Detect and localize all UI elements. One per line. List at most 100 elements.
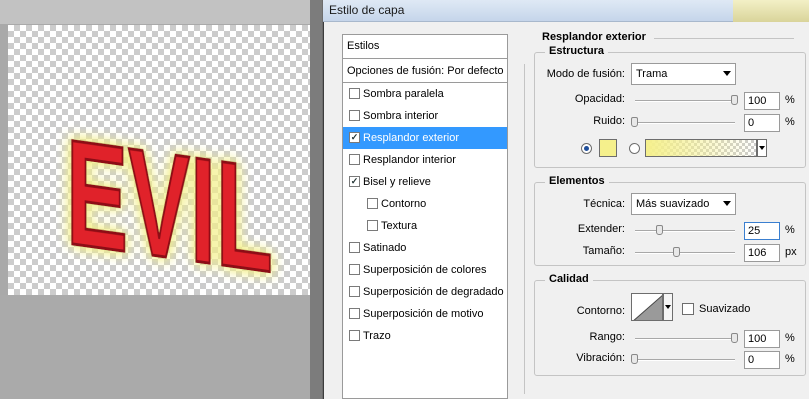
technique-select[interactable]: Más suavizado bbox=[631, 193, 736, 215]
dialog-titlebar[interactable]: Estilo de capa bbox=[323, 0, 809, 22]
style-checkbox[interactable] bbox=[349, 132, 360, 143]
style-item-label: Superposición de degradado bbox=[363, 286, 504, 298]
gradient-dropdown-button[interactable] bbox=[757, 139, 767, 157]
style-checkbox[interactable] bbox=[349, 154, 360, 165]
style-item-label: Satinado bbox=[363, 242, 407, 254]
jitter-label: Vibración: bbox=[576, 352, 625, 364]
dialog-body: Estilos Opciones de fusión: Por defecto … bbox=[323, 22, 809, 399]
spread-unit: % bbox=[785, 224, 795, 236]
style-item[interactable]: Contorno bbox=[343, 193, 507, 215]
opacity-slider-handle[interactable] bbox=[731, 95, 738, 105]
style-item[interactable]: Superposición de motivo bbox=[343, 303, 507, 325]
preview-thumbnail bbox=[733, 0, 809, 22]
style-checkbox[interactable] bbox=[349, 88, 360, 99]
spread-slider-handle[interactable] bbox=[656, 225, 663, 235]
glow-color-swatch[interactable] bbox=[599, 139, 617, 157]
style-item-label: Superposición de colores bbox=[363, 264, 487, 276]
evil-text: EVIL bbox=[66, 108, 273, 295]
style-item[interactable]: Textura bbox=[343, 215, 507, 237]
style-item-label: Resplandor exterior bbox=[363, 132, 459, 144]
blend-mode-select[interactable]: Trama bbox=[631, 63, 736, 85]
document-canvas[interactable]: EVIL bbox=[8, 25, 319, 306]
style-items: Sombra paralela Sombra interior Resplandor… bbox=[343, 83, 507, 347]
panel-title: Resplandor exterior bbox=[542, 31, 646, 43]
blend-options-item[interactable]: Opciones de fusión: Por defecto bbox=[343, 59, 507, 83]
layer-style-dialog: Estilo de capa Estilos Opciones de fusió… bbox=[322, 0, 809, 399]
noise-input[interactable]: 0 bbox=[744, 114, 780, 132]
style-item[interactable]: Sombra interior bbox=[343, 105, 507, 127]
solid-color-radio[interactable] bbox=[581, 143, 592, 154]
range-slider-handle[interactable] bbox=[731, 333, 738, 343]
range-unit: % bbox=[785, 332, 795, 344]
noise-slider[interactable] bbox=[635, 122, 735, 124]
contour-curve-icon bbox=[633, 295, 662, 320]
spread-slider[interactable] bbox=[635, 230, 735, 232]
range-label: Rango: bbox=[589, 331, 625, 343]
elements-title: Elementos bbox=[545, 175, 609, 187]
style-checkbox[interactable] bbox=[349, 242, 360, 253]
jitter-input[interactable]: 0 bbox=[744, 351, 780, 369]
style-item-label: Bisel y relieve bbox=[363, 176, 431, 188]
spread-label: Extender: bbox=[577, 223, 625, 235]
style-checkbox[interactable] bbox=[349, 286, 360, 297]
opacity-input[interactable]: 100 bbox=[744, 92, 780, 110]
style-item[interactable]: Resplandor interior bbox=[343, 149, 507, 171]
style-checkbox[interactable] bbox=[349, 176, 360, 187]
size-label: Tamaño: bbox=[582, 245, 625, 257]
antialias-label: Suavizado bbox=[699, 303, 751, 315]
style-item-label: Superposición de motivo bbox=[363, 308, 484, 320]
styles-list: Estilos Opciones de fusión: Por defecto … bbox=[342, 34, 508, 399]
structure-title: Estructura bbox=[545, 45, 609, 57]
style-item-label: Contorno bbox=[381, 198, 427, 210]
panel-separator bbox=[524, 64, 525, 394]
style-checkbox[interactable] bbox=[349, 308, 360, 319]
jitter-slider-handle[interactable] bbox=[631, 354, 638, 364]
style-item[interactable]: Bisel y relieve bbox=[343, 171, 507, 193]
style-item-label: Trazo bbox=[363, 330, 391, 342]
canvas-top-margin bbox=[0, 0, 322, 24]
style-item[interactable]: Sombra paralela bbox=[343, 83, 507, 105]
opacity-unit: % bbox=[785, 94, 795, 106]
canvas-bottom-area bbox=[0, 295, 322, 399]
glow-gradient-picker[interactable] bbox=[645, 139, 757, 157]
range-slider[interactable] bbox=[635, 338, 735, 340]
style-item[interactable]: Trazo bbox=[343, 325, 507, 347]
panel-divider[interactable] bbox=[310, 0, 322, 399]
blend-mode-value: Trama bbox=[636, 68, 668, 80]
title-rule bbox=[654, 38, 794, 39]
range-input[interactable]: 100 bbox=[744, 330, 780, 348]
style-checkbox[interactable] bbox=[349, 264, 360, 275]
quality-title: Calidad bbox=[545, 273, 593, 285]
style-checkbox[interactable] bbox=[349, 330, 360, 341]
chevron-down-icon bbox=[723, 71, 731, 76]
opacity-label: Opacidad: bbox=[574, 93, 625, 105]
size-slider-handle[interactable] bbox=[673, 247, 680, 257]
style-item[interactable]: Superposición de colores bbox=[343, 259, 507, 281]
contour-label: Contorno: bbox=[576, 305, 625, 317]
style-item[interactable]: Satinado bbox=[343, 237, 507, 259]
quality-group: Calidad Contorno: Suavizado Rango: 100 %… bbox=[534, 273, 806, 376]
styles-header[interactable]: Estilos bbox=[343, 35, 507, 59]
gradient-radio[interactable] bbox=[629, 143, 640, 154]
technique-label: Técnica: bbox=[583, 198, 625, 210]
elements-group: Elementos Técnica: Más suavizado Extende… bbox=[534, 175, 806, 266]
contour-dropdown-button[interactable] bbox=[663, 293, 673, 321]
jitter-unit: % bbox=[785, 353, 795, 365]
document-workspace: EVIL bbox=[0, 0, 322, 399]
opacity-slider[interactable] bbox=[635, 100, 735, 102]
style-item[interactable]: Superposición de degradado bbox=[343, 281, 507, 303]
style-item-label: Sombra interior bbox=[363, 110, 439, 122]
jitter-slider[interactable] bbox=[635, 359, 735, 361]
style-checkbox[interactable] bbox=[367, 220, 378, 231]
contour-preview[interactable] bbox=[631, 293, 663, 321]
size-slider[interactable] bbox=[635, 252, 735, 254]
style-checkbox[interactable] bbox=[349, 110, 360, 121]
style-item[interactable]: Resplandor exterior bbox=[343, 127, 507, 149]
noise-slider-handle[interactable] bbox=[631, 117, 638, 127]
noise-label: Ruido: bbox=[593, 115, 625, 127]
style-checkbox[interactable] bbox=[367, 198, 378, 209]
spread-input[interactable]: 25 bbox=[744, 222, 780, 240]
size-input[interactable]: 106 bbox=[744, 244, 780, 262]
style-item-label: Sombra paralela bbox=[363, 88, 444, 100]
antialias-checkbox[interactable] bbox=[682, 303, 694, 315]
